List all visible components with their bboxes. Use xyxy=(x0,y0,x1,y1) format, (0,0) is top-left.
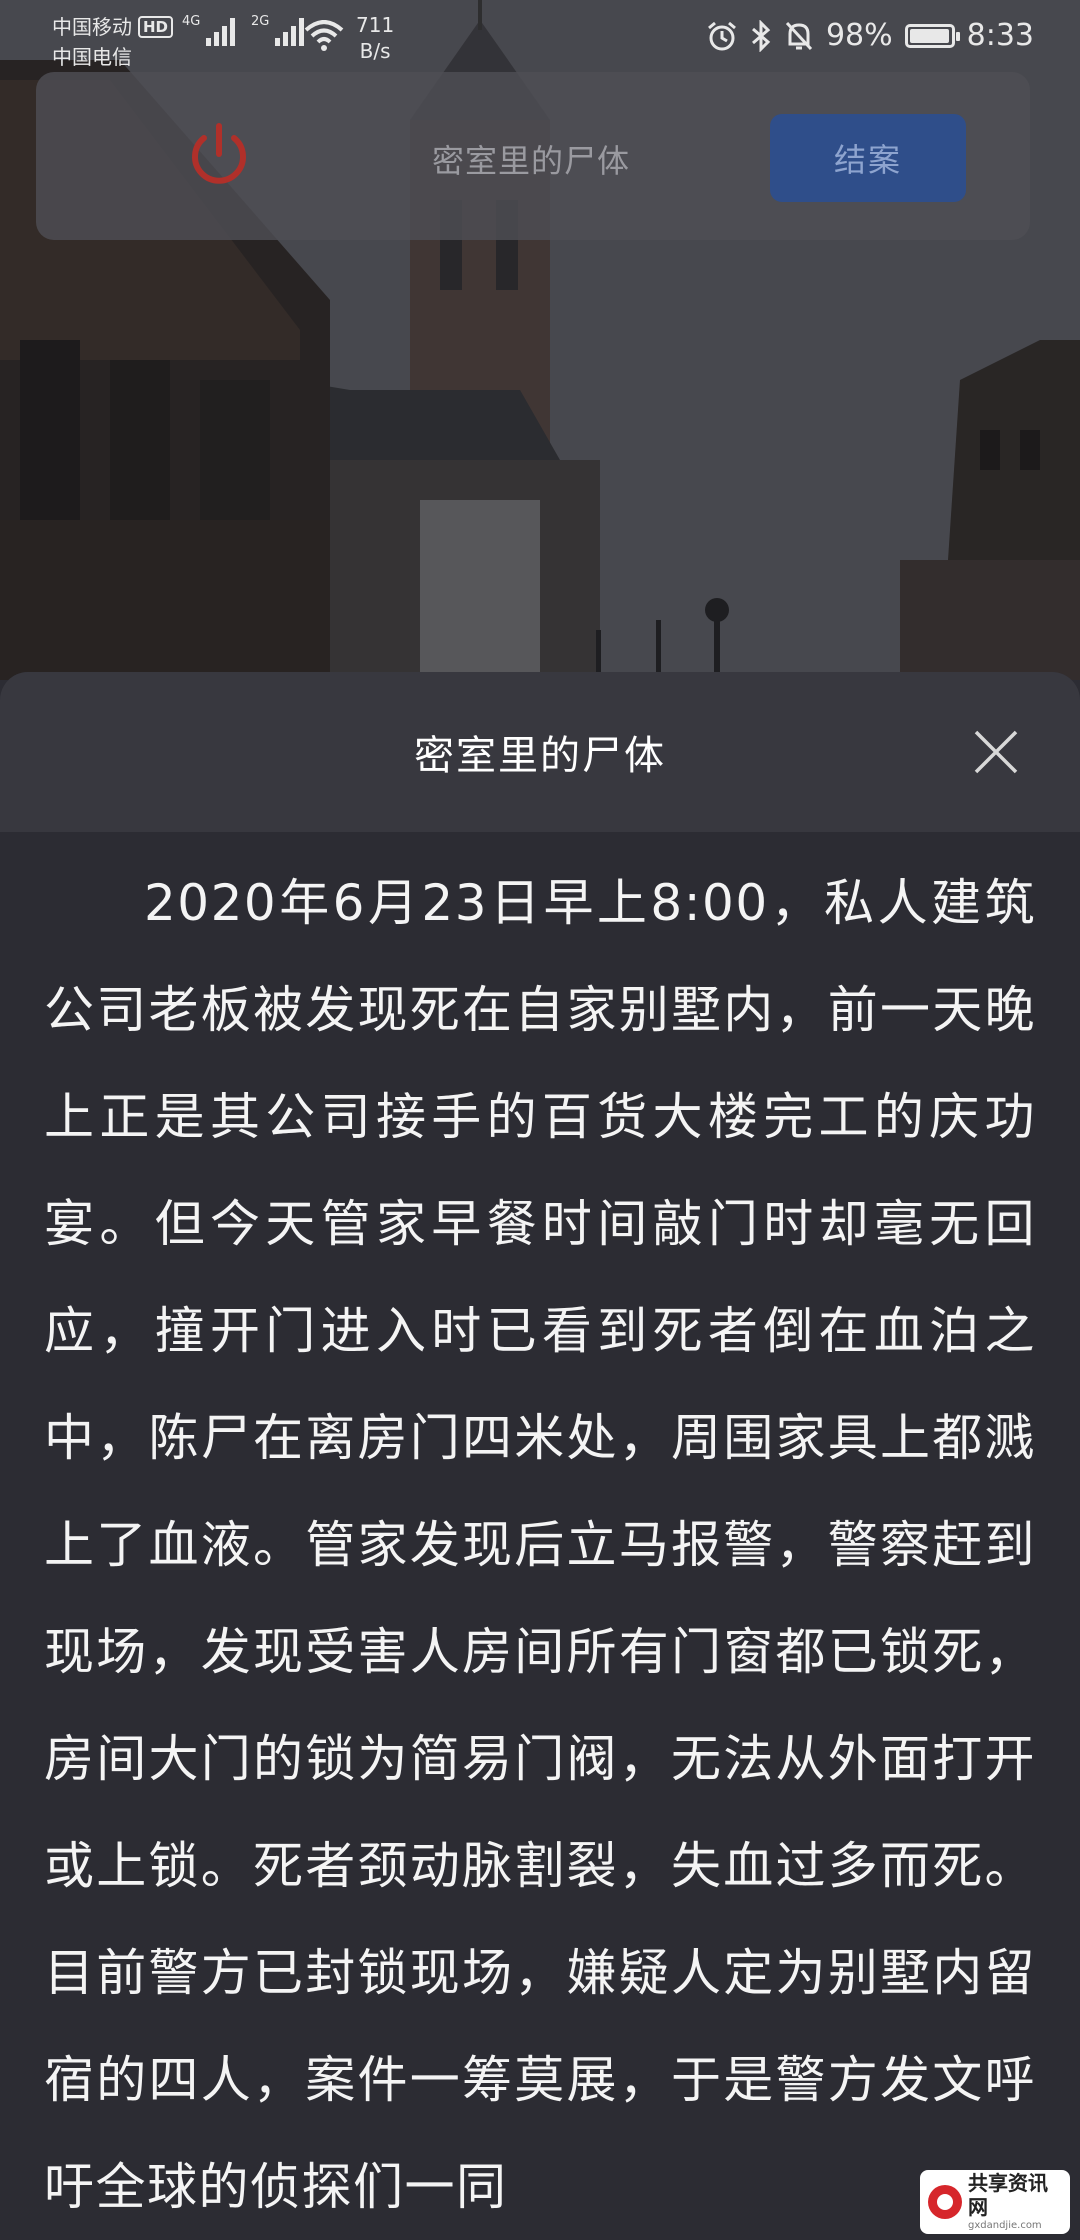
status-right-group: 98% 8:33 xyxy=(706,18,1034,53)
bluetooth-icon xyxy=(751,19,771,52)
net-speed-value: 711 xyxy=(356,13,395,37)
signal-2-tag: 2G xyxy=(251,14,270,29)
watermark-text: 共享资讯网 xyxy=(968,2171,1048,2219)
sheet-header: 密室里的尸体 xyxy=(0,672,1080,832)
status-bar: 中国移动 HD 中国电信 4G 2G 711 B/s 98% 8:33 xyxy=(0,0,1080,72)
close-case-button[interactable]: 结案 xyxy=(770,114,966,202)
signal-icon-2: 2G xyxy=(251,14,304,46)
watermark: 共享资讯网 gxdandjie.com xyxy=(920,2170,1070,2234)
story-text: 2020年6月23日早上8:00，私人建筑公司老板被发现死在自家别墅内，前一天晚… xyxy=(44,874,1036,2216)
mute-bell-icon xyxy=(785,21,813,50)
story-sheet: 密室里的尸体 2020年6月23日早上8:00，私人建筑公司老板被发现死在自家别… xyxy=(0,672,1080,2240)
carrier-2-label: 中国电信 xyxy=(52,45,132,69)
network-speed: 711 B/s xyxy=(356,12,394,64)
signal-1-tag: 4G xyxy=(182,14,201,29)
power-icon[interactable] xyxy=(186,120,252,190)
carrier-1-label: 中国移动 xyxy=(52,15,132,39)
watermark-subtext: gxdandjie.com xyxy=(968,2220,1042,2231)
toolbar-title: 密室里的尸体 xyxy=(432,142,631,180)
case-toolbar: 密室里的尸体 结案 xyxy=(36,72,1030,240)
battery-fill xyxy=(909,28,949,43)
watermark-logo-icon xyxy=(928,2185,962,2219)
carrier-info: 中国移动 HD 中国电信 xyxy=(52,12,174,72)
net-speed-unit: B/s xyxy=(359,39,391,63)
wifi-icon xyxy=(304,20,344,51)
hd-badge: HD xyxy=(138,16,174,38)
signal-group: 4G 2G xyxy=(182,14,304,46)
signal-icon: 4G xyxy=(182,14,235,46)
battery-icon xyxy=(904,23,960,48)
alarm-icon xyxy=(707,21,736,50)
sheet-title: 密室里的尸体 xyxy=(414,733,666,779)
battery-percent: 98% xyxy=(825,18,893,53)
close-icon[interactable] xyxy=(972,728,1020,776)
clock: 8:33 xyxy=(966,18,1034,53)
